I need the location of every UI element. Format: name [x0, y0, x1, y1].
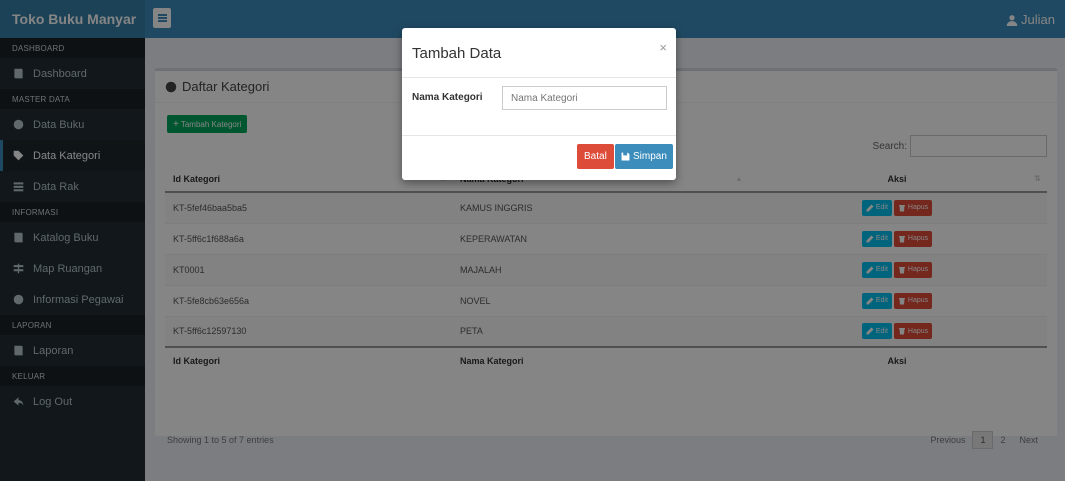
modal-body: Nama Kategori	[402, 78, 676, 136]
save-icon	[621, 152, 630, 161]
modal-footer: Batal Simpan	[402, 136, 676, 180]
nama-kategori-label: Nama Kategori	[412, 92, 483, 103]
modal-title: Tambah Data	[412, 45, 502, 62]
save-button[interactable]: Simpan	[615, 144, 673, 169]
nama-kategori-input[interactable]	[502, 86, 667, 110]
cancel-button[interactable]: Batal	[577, 144, 614, 169]
save-label: Simpan	[633, 151, 667, 162]
close-icon[interactable]: ×	[659, 40, 667, 55]
add-data-modal: Tambah Data × Nama Kategori Batal Simpan	[402, 28, 676, 180]
modal-header: Tambah Data ×	[402, 28, 676, 78]
